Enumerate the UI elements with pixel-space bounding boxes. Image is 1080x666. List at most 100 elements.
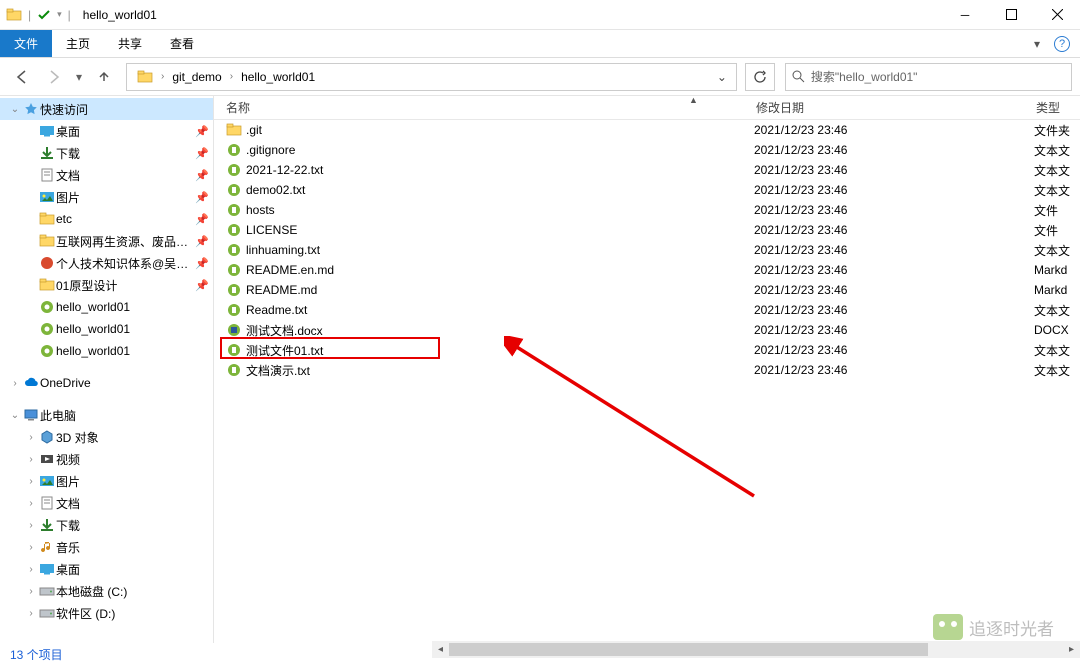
ribbon-tab-home[interactable]: 主页 [52, 30, 104, 57]
address-dropdown-icon[interactable]: ⌄ [712, 70, 732, 84]
sidebar-quick-item[interactable]: 桌面📌 [0, 120, 213, 142]
forward-button[interactable] [40, 63, 68, 91]
expand-icon[interactable]: › [24, 542, 38, 553]
file-row[interactable]: 2021-12-22.txt2021/12/23 23:46文本文 [214, 160, 1080, 180]
sidebar-pc-item[interactable]: ›视频 [0, 448, 213, 470]
txt-icon [224, 142, 244, 158]
sidebar-quick-item[interactable]: 01原型设计📌 [0, 274, 213, 296]
sidebar-quick-item[interactable]: hello_world01 [0, 340, 213, 362]
breadcrumb-segment[interactable]: hello_world01 [235, 64, 321, 90]
sidebar-quick-access[interactable]: ⌄快速访问 [0, 98, 213, 120]
sidebar-pc-item[interactable]: ›文档 [0, 492, 213, 514]
red-icon [38, 255, 56, 271]
navigation-pane[interactable]: ⌄快速访问桌面📌下载📌文档📌图片📌etc📌互联网再生资源、废品回收📌个人技术知识… [0, 96, 214, 658]
ribbon-tab-view[interactable]: 查看 [156, 30, 208, 57]
column-type[interactable]: 类型 [1024, 96, 1080, 119]
address-bar[interactable]: › git_demo › hello_world01 ⌄ [126, 63, 737, 91]
docx-icon [224, 322, 244, 338]
sidebar-quick-item[interactable]: 互联网再生资源、废品回收📌 [0, 230, 213, 252]
file-row[interactable]: demo02.txt2021/12/23 23:46文本文 [214, 180, 1080, 200]
sidebar-pc-item[interactable]: ›桌面 [0, 558, 213, 580]
breadcrumb-folder-icon[interactable] [131, 64, 159, 90]
chevron-right-icon[interactable]: › [228, 71, 235, 82]
file-row[interactable]: 文档演示.txt2021/12/23 23:46文本文 [214, 360, 1080, 380]
recent-dropdown[interactable]: ▾ [72, 63, 86, 91]
git-icon [38, 321, 56, 337]
sidebar-pc-item[interactable]: ›本地磁盘 (C:) [0, 580, 213, 602]
qat-button[interactable] [37, 8, 51, 22]
expand-icon[interactable]: › [24, 454, 38, 465]
close-button[interactable] [1034, 0, 1080, 30]
file-date: 2021/12/23 23:46 [754, 223, 1034, 237]
git-icon [38, 343, 56, 359]
file-row[interactable]: LICENSE2021/12/23 23:46文件 [214, 220, 1080, 240]
breadcrumb-segment[interactable]: git_demo [166, 64, 227, 90]
status-bar: 13 个项目 [0, 643, 214, 666]
expand-icon[interactable]: ⌄ [8, 410, 22, 421]
up-button[interactable] [90, 63, 118, 91]
ribbon-file-tab[interactable]: 文件 [0, 30, 52, 57]
file-row[interactable]: Readme.txt2021/12/23 23:46文本文 [214, 300, 1080, 320]
sidebar-quick-item[interactable]: 个人技术知识体系@吴川生📌 [0, 252, 213, 274]
qat-dropdown-icon[interactable]: ▾ [57, 9, 62, 20]
maximize-button[interactable] [988, 0, 1034, 30]
file-row[interactable]: linhuaming.txt2021/12/23 23:46文本文 [214, 240, 1080, 260]
expand-icon[interactable]: › [8, 378, 22, 389]
refresh-button[interactable] [745, 63, 775, 91]
sidebar-pc-item[interactable]: ›音乐 [0, 536, 213, 558]
sidebar-quick-item[interactable]: 文档📌 [0, 164, 213, 186]
expand-icon[interactable]: › [24, 586, 38, 597]
expand-ribbon-icon[interactable]: ▾ [1034, 37, 1040, 51]
ribbon-tab-share[interactable]: 共享 [104, 30, 156, 57]
download-icon [38, 145, 56, 161]
video-icon [38, 451, 56, 467]
txt-icon [224, 282, 244, 298]
expand-icon[interactable]: › [24, 498, 38, 509]
file-row[interactable]: README.en.md2021/12/23 23:46Markd [214, 260, 1080, 280]
file-row[interactable]: 测试文档.docx2021/12/23 23:46DOCX [214, 320, 1080, 340]
file-row[interactable]: 测试文件01.txt2021/12/23 23:46文本文 [214, 340, 1080, 360]
file-row[interactable]: README.md2021/12/23 23:46Markd [214, 280, 1080, 300]
folder-icon [38, 211, 56, 227]
sidebar-pc-item[interactable]: ›3D 对象 [0, 426, 213, 448]
expand-icon[interactable]: › [24, 432, 38, 443]
file-name: demo02.txt [244, 183, 754, 197]
help-icon[interactable]: ? [1054, 36, 1070, 52]
file-name: 测试文档.docx [244, 322, 754, 339]
sidebar-quick-item[interactable]: hello_world01 [0, 318, 213, 340]
file-type: 文件夹 [1034, 122, 1080, 139]
sidebar-quick-item[interactable]: 下载📌 [0, 142, 213, 164]
horizontal-scrollbar[interactable]: ◂ ▸ [432, 641, 1080, 658]
minimize-button[interactable]: ─ [942, 0, 988, 30]
file-date: 2021/12/23 23:46 [754, 343, 1034, 357]
expand-icon[interactable]: › [24, 476, 38, 487]
scroll-thumb[interactable] [449, 643, 928, 656]
file-type: Markd [1034, 263, 1080, 277]
expand-icon[interactable]: ⌄ [8, 104, 22, 115]
expand-icon[interactable]: › [24, 608, 38, 619]
search-input[interactable]: 搜索"hello_world01" [785, 63, 1072, 91]
file-date: 2021/12/23 23:46 [754, 303, 1034, 317]
chevron-right-icon[interactable]: › [159, 71, 166, 82]
column-name[interactable]: 名称▲ [214, 96, 744, 119]
file-row[interactable]: hosts2021/12/23 23:46文件 [214, 200, 1080, 220]
sidebar-quick-item[interactable]: hello_world01 [0, 296, 213, 318]
expand-icon[interactable]: › [24, 564, 38, 575]
sidebar-this-pc[interactable]: ⌄此电脑 [0, 404, 213, 426]
file-row[interactable]: .git2021/12/23 23:46文件夹 [214, 120, 1080, 140]
sidebar-pc-item[interactable]: ›下载 [0, 514, 213, 536]
file-row[interactable]: .gitignore2021/12/23 23:46文本文 [214, 140, 1080, 160]
scroll-left-icon[interactable]: ◂ [432, 641, 449, 658]
column-date[interactable]: 修改日期 [744, 96, 1024, 119]
sidebar-onedrive[interactable]: ›OneDrive [0, 372, 213, 394]
download-icon [38, 517, 56, 533]
scroll-right-icon[interactable]: ▸ [1063, 641, 1080, 658]
sidebar-quick-item[interactable]: 图片📌 [0, 186, 213, 208]
sidebar-pc-item[interactable]: ›软件区 (D:) [0, 602, 213, 624]
window-title: hello_world01 [77, 8, 163, 22]
expand-icon[interactable]: › [24, 520, 38, 531]
sidebar-pc-item[interactable]: ›图片 [0, 470, 213, 492]
sidebar-quick-item[interactable]: etc📌 [0, 208, 213, 230]
back-button[interactable] [8, 63, 36, 91]
qat-separator: | [28, 8, 31, 22]
